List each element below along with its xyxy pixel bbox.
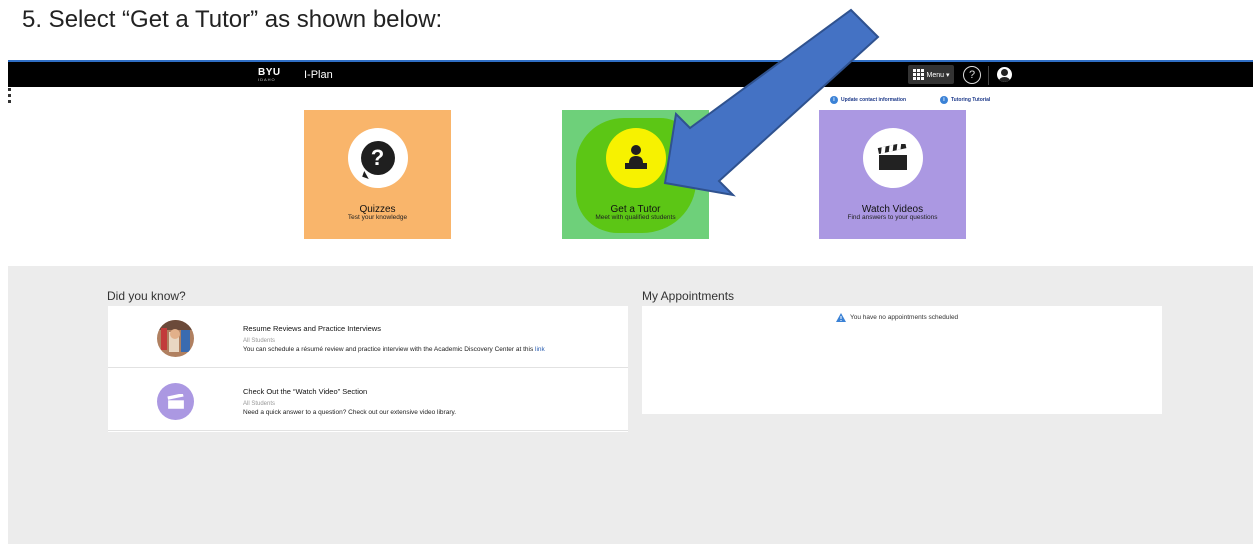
appointments-card <box>642 306 1162 414</box>
did-you-know-card: Resume Reviews and Practice Interviews A… <box>108 306 628 432</box>
tip-title: Resume Reviews and Practice Interviews <box>243 324 381 333</box>
tile-subtitle: Test your knowledge <box>347 214 408 221</box>
tutoring-tutorial-link[interactable]: i Tutoring Tutorial <box>940 96 990 104</box>
byu-idaho-logo[interactable]: BYU IDAHO <box>258 68 281 82</box>
tile-icon-circle: ? <box>347 128 408 188</box>
warning-icon <box>836 313 846 322</box>
tile-icon-circle <box>605 128 666 188</box>
clapperboard-icon <box>166 393 184 409</box>
tip-description: Need a quick answer to a question? Check… <box>243 409 457 416</box>
video-thumbnail <box>157 383 194 420</box>
help-icon[interactable]: ? <box>963 66 981 84</box>
tip-audience: All Students <box>243 401 276 407</box>
tutor-icon <box>624 145 647 169</box>
tile-watch-videos[interactable]: Watch Videos Find answers to your questi… <box>819 110 966 239</box>
menu-label: Menu ▾ <box>926 71 950 79</box>
menu-button[interactable]: Menu ▾ <box>908 65 954 84</box>
grid-icon <box>912 69 924 80</box>
tip-description-text: You can schedule a résumé review and pra… <box>243 346 536 353</box>
tip-audience: All Students <box>243 338 276 344</box>
no-appointments-text: You have no appointments scheduled <box>850 314 959 321</box>
instruction-text: 5. Select “Get a Tutor” as shown below: <box>22 6 443 33</box>
tile-subtitle: Meet with qualified students <box>595 214 676 221</box>
info-icon: i <box>830 96 838 104</box>
tip-description: You can schedule a résumé review and pra… <box>243 346 545 353</box>
my-appointments-heading: My Appointments <box>642 289 735 303</box>
clapperboard-icon <box>877 144 907 170</box>
resume-thumbnail <box>157 320 194 357</box>
no-appointments-message: You have no appointments scheduled <box>836 313 958 322</box>
tile-subtitle: Find answers to your questions <box>847 214 938 221</box>
topbar-divider <box>988 66 989 85</box>
app-title: I-Plan <box>304 69 333 81</box>
list-item[interactable]: Resume Reviews and Practice Interviews A… <box>108 306 628 368</box>
update-contact-label: Update contact information <box>841 97 907 103</box>
tutoring-tutorial-label: Tutoring Tutorial <box>951 97 991 103</box>
info-icon: i <box>940 96 948 104</box>
academic-discovery-link[interactable]: link <box>535 346 545 353</box>
screenshot-stage: 5. Select “Get a Tutor” as shown below: … <box>0 0 1253 544</box>
user-avatar-icon[interactable] <box>997 67 1012 82</box>
drag-handle-icon[interactable] <box>8 88 12 103</box>
question-bubble-icon: ? <box>360 141 395 175</box>
logo-sub-text: IDAHO <box>258 77 276 82</box>
update-contact-link[interactable]: i Update contact information <box>830 96 906 104</box>
list-item[interactable]: Check Out the “Watch Video” Section All … <box>108 369 628 431</box>
did-you-know-heading: Did you know? <box>107 289 186 303</box>
top-navigation-bar: BYU IDAHO I-Plan Menu ▾ ? <box>8 60 1253 87</box>
tile-icon-circle <box>862 128 923 188</box>
tip-title: Check Out the “Watch Video” Section <box>243 387 368 396</box>
tile-get-a-tutor[interactable]: Get a Tutor Meet with qualified students <box>562 110 709 239</box>
tile-quizzes[interactable]: ? Quizzes Test your knowledge <box>304 110 451 239</box>
